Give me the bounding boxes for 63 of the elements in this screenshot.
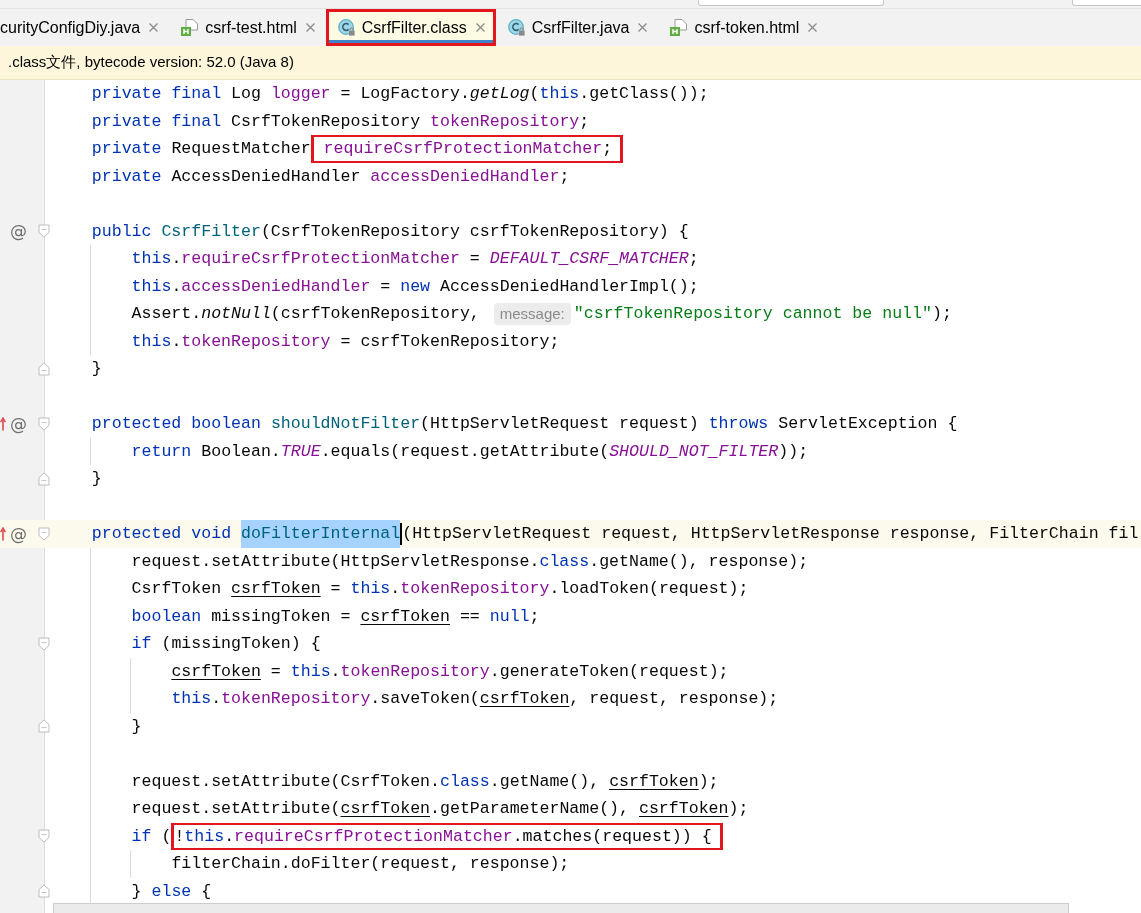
fold-icon[interactable] bbox=[38, 361, 50, 376]
code-text: } bbox=[91, 358, 102, 380]
code-text: return Boolean.TRUE.equals(request.getAttribute(SHOULD_NOT_FILTER)); bbox=[131, 440, 809, 463]
text-field[interactable] bbox=[1072, 0, 1141, 6]
notification-text: .class文件, bytecode version: 52.0 (Java 8) bbox=[8, 53, 294, 72]
code-text: protected boolean shouldNotFilter(HttpServletRequest request) throws ServletException { bbox=[91, 413, 958, 435]
close-icon[interactable] bbox=[637, 22, 649, 33]
annotated-code: requireCsrfProtectionMatcher; bbox=[310, 135, 624, 163]
code-text: } else { bbox=[131, 880, 212, 903]
class-file-icon bbox=[507, 19, 525, 36]
fold-icon[interactable] bbox=[38, 884, 50, 899]
code-text: (HttpServletRequest request, HttpServletResponse response, FilterChain fil bbox=[402, 523, 1139, 545]
code-text: this.requireCsrfProtectionMatcher = DEFAULT_CSRF_MATCHER; bbox=[131, 248, 699, 270]
code-text: protected void bbox=[91, 523, 233, 545]
code-text: boolean missingToken = csrfToken == null; bbox=[131, 605, 540, 628]
fold-icon[interactable] bbox=[38, 636, 50, 651]
editor-tab[interactable]: csrf-test.html bbox=[169, 9, 326, 46]
code-text: this.tokenRepository.saveToken(csrfToken, request, response); bbox=[171, 688, 779, 710]
code-text: if (missingToken) { bbox=[131, 633, 321, 655]
fold-icon[interactable] bbox=[38, 526, 50, 541]
code-text: "csrfTokenRepository cannot be null"); bbox=[573, 303, 952, 325]
code-text: private final CsrfTokenRepository tokenRepository; bbox=[91, 110, 590, 133]
close-icon[interactable] bbox=[148, 22, 160, 33]
fold-icon[interactable] bbox=[38, 416, 50, 431]
code-text: if ( bbox=[131, 825, 172, 848]
parameter-hint: message: bbox=[493, 302, 571, 325]
close-icon[interactable] bbox=[474, 22, 486, 33]
editor-tab[interactable]: csrf-token.html bbox=[658, 9, 829, 46]
code-text: request.setAttribute(CsrfToken.class.getName(), csrfToken); bbox=[131, 770, 719, 793]
code-text: private final Log logger = LogFactory.getLog(this.getClass()); bbox=[91, 83, 709, 105]
gutter-marker[interactable]: @ bbox=[7, 523, 27, 544]
up-arrow-icon[interactable] bbox=[0, 416, 6, 431]
html-file-icon bbox=[670, 19, 688, 36]
selected-text: doFilterInternal bbox=[241, 520, 401, 548]
code-text: this.tokenRepository = csrfTokenRepository; bbox=[131, 330, 560, 353]
gutter-marker[interactable]: @ bbox=[7, 413, 27, 434]
editor-tab[interactable]: CsrfFilter.class bbox=[325, 9, 496, 46]
editor-tab[interactable]: curityConfigDiy.java bbox=[0, 9, 170, 46]
class-file-icon bbox=[337, 19, 355, 36]
gutter-marker[interactable]: @ bbox=[7, 221, 27, 242]
code-text: private RequestMatcher bbox=[91, 138, 311, 160]
code-text: request.setAttribute(HttpServletResponse.class.getName(), response); bbox=[131, 550, 809, 573]
code-text: this.accessDeniedHandler = new AccessDeniedHandlerImpl(); bbox=[131, 275, 699, 298]
html-file-icon bbox=[181, 19, 199, 36]
up-arrow-icon[interactable] bbox=[0, 526, 6, 541]
code-text: filterChain.doFilter(request, response); bbox=[171, 853, 570, 875]
editor-tab[interactable]: CsrfFilter.java bbox=[495, 9, 659, 46]
code-text: csrfToken = this.tokenRepository.generateToken(request); bbox=[171, 660, 729, 683]
code-text: private AccessDeniedHandler accessDeniedHandler; bbox=[91, 165, 570, 188]
code-text: request.setAttribute(csrfToken.getParameterName(), csrfToken); bbox=[131, 798, 749, 820]
fold-icon[interactable] bbox=[38, 471, 50, 486]
code-text: CsrfToken csrfToken = this.tokenRepository.loadToken(request); bbox=[131, 578, 749, 600]
close-icon[interactable] bbox=[304, 22, 316, 33]
fold-icon[interactable] bbox=[38, 719, 50, 734]
close-icon[interactable] bbox=[807, 22, 819, 33]
fold-icon[interactable] bbox=[38, 829, 50, 844]
annotated-code: !this.requireCsrfProtectionMatcher.matches(request)) { bbox=[171, 822, 723, 850]
code-text: Assert.notNull(csrfTokenRepository, bbox=[131, 303, 481, 325]
text-field[interactable] bbox=[698, 0, 884, 6]
code-text: } bbox=[91, 468, 102, 490]
fold-icon[interactable] bbox=[38, 224, 50, 239]
code-text: public CsrfFilter(CsrfTokenRepository csrfTokenRepository) { bbox=[91, 220, 689, 243]
code-text: } bbox=[131, 715, 142, 738]
